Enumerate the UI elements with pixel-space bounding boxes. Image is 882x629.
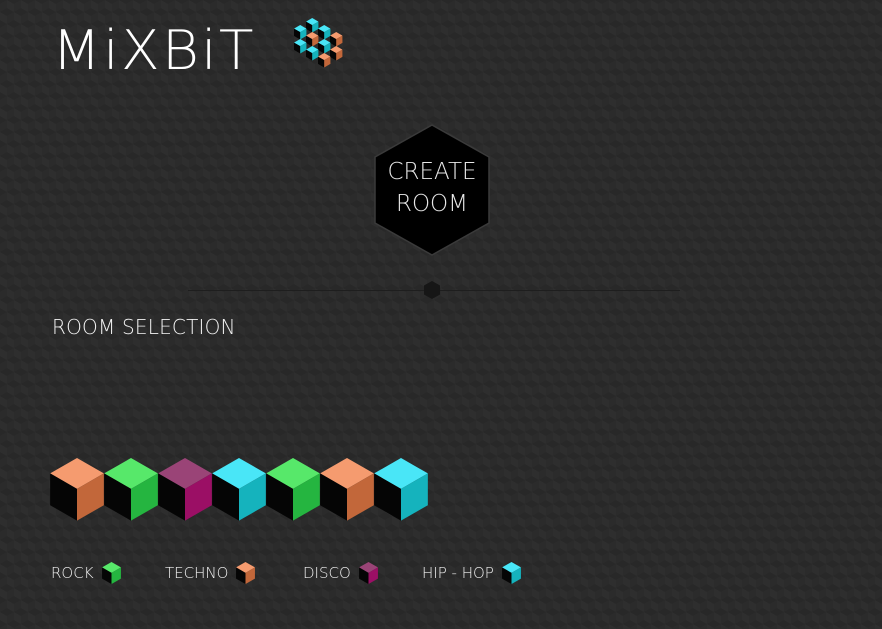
room-cube-orange[interactable] [50, 458, 104, 525]
create-room-button[interactable]: CREATE ROOM [373, 123, 491, 257]
room-cube-orange[interactable] [320, 458, 374, 525]
legend-label: TECHNO [165, 564, 229, 582]
room-cube-cyan[interactable] [212, 458, 266, 525]
logo-cube [294, 25, 307, 40]
legend-item-disco[interactable]: DISCO [303, 560, 378, 586]
logo-cube [330, 46, 343, 61]
legend-label: ROCK [51, 564, 94, 582]
logo-cube [306, 18, 319, 33]
logo-cube [294, 39, 307, 54]
cube-icon [50, 458, 104, 521]
legend-item-techno[interactable]: TECHNO [165, 560, 256, 586]
create-room-line1: CREATE [387, 159, 477, 185]
room-cube-green[interactable] [104, 458, 158, 525]
room-selection-title: ROOM SELECTION [52, 315, 236, 339]
logo-text: MiXBiT [52, 18, 256, 82]
create-room-line2: ROOM [395, 191, 469, 217]
cube-icon [104, 458, 158, 521]
logo-cubes-icon [294, 18, 343, 68]
legend-item-rock[interactable]: ROCK [51, 560, 121, 586]
logo-cube [318, 39, 331, 54]
cube-icon [158, 458, 212, 521]
logo-cube [318, 53, 331, 68]
legend-item-hip-hop[interactable]: HIP - HOP [422, 560, 521, 586]
room-cube-magenta[interactable] [158, 458, 212, 525]
cube-icon [320, 458, 374, 521]
cube-icon [266, 458, 320, 521]
legend-cube-icon [358, 561, 378, 585]
logo-cube [306, 32, 319, 47]
logo-cube [306, 46, 319, 61]
legend-cube-icon [236, 561, 256, 585]
logo-cube [330, 32, 343, 47]
logo-cube [318, 25, 331, 40]
room-cube-cyan[interactable] [374, 458, 428, 525]
legend-label: HIP - HOP [422, 564, 494, 582]
divider-hexagon-icon [424, 281, 440, 299]
app-logo[interactable]: MiXBiT [52, 14, 343, 86]
create-room-label: CREATE ROOM [373, 156, 491, 220]
room-cube-green[interactable] [266, 458, 320, 525]
cube-icon [212, 458, 266, 521]
legend-cube-icon [501, 561, 521, 585]
legend-cube-icon [101, 561, 121, 585]
legend-label: DISCO [303, 564, 351, 582]
cube-icon [374, 458, 428, 521]
